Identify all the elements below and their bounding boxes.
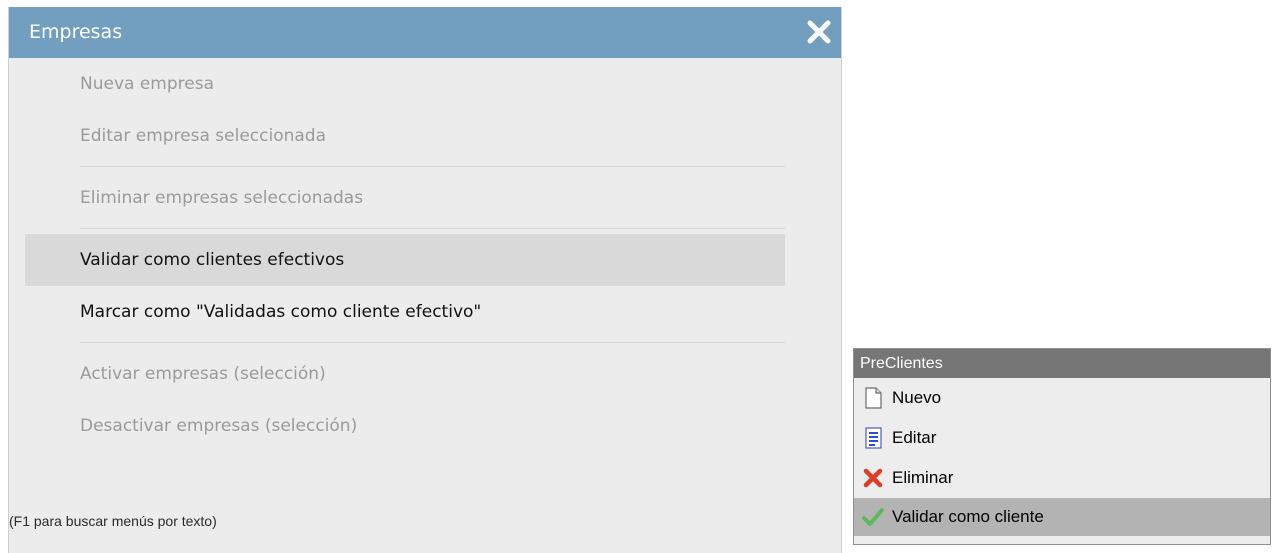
menu-item-activar-empresas[interactable]: Activar empresas (selección)	[25, 348, 785, 400]
context-item-label: Eliminar	[892, 468, 954, 487]
delete-x-icon	[862, 467, 884, 489]
menu-item-marcar-validadas[interactable]: Marcar como "Validadas como cliente efec…	[25, 286, 785, 338]
dialog-title: Empresas	[29, 21, 123, 43]
close-icon[interactable]	[805, 18, 833, 46]
empresas-menu: Nueva empresa Editar empresa seleccionad…	[25, 58, 785, 452]
menu-item-validar-clientes[interactable]: Validar como clientes efectivos	[25, 234, 785, 286]
menu-separator	[80, 342, 785, 343]
context-item-editar[interactable]: Editar	[854, 418, 1270, 458]
checkmark-icon	[862, 506, 884, 528]
menu-item-nueva-empresa[interactable]: Nueva empresa	[25, 58, 785, 110]
context-item-nuevo[interactable]: Nuevo	[854, 378, 1270, 418]
context-item-label: Validar como cliente	[892, 507, 1044, 526]
new-document-icon	[862, 387, 884, 409]
menu-separator	[80, 166, 785, 167]
menu-item-eliminar-empresas[interactable]: Eliminar empresas seleccionadas	[25, 172, 785, 224]
edit-document-icon	[862, 427, 884, 449]
context-item-eliminar[interactable]: Eliminar	[854, 458, 1270, 498]
menu-separator	[80, 228, 785, 229]
search-hint: (F1 para buscar menús por texto)	[9, 513, 217, 529]
context-menu-title: PreClientes	[854, 349, 1270, 378]
preclientes-context-menu: PreClientes Nuevo Editar Eliminar Valida…	[853, 348, 1271, 545]
context-item-label: Editar	[892, 428, 937, 447]
menu-item-desactivar-empresas[interactable]: Desactivar empresas (selección)	[25, 400, 785, 452]
empresas-dialog: Empresas Nueva empresa Editar empresa se…	[8, 7, 842, 553]
menu-item-editar-empresa[interactable]: Editar empresa seleccionada	[25, 110, 785, 162]
context-item-label: Nuevo	[892, 388, 942, 407]
dialog-header: Empresas	[9, 7, 841, 58]
context-item-validar[interactable]: Validar como cliente	[854, 498, 1270, 536]
